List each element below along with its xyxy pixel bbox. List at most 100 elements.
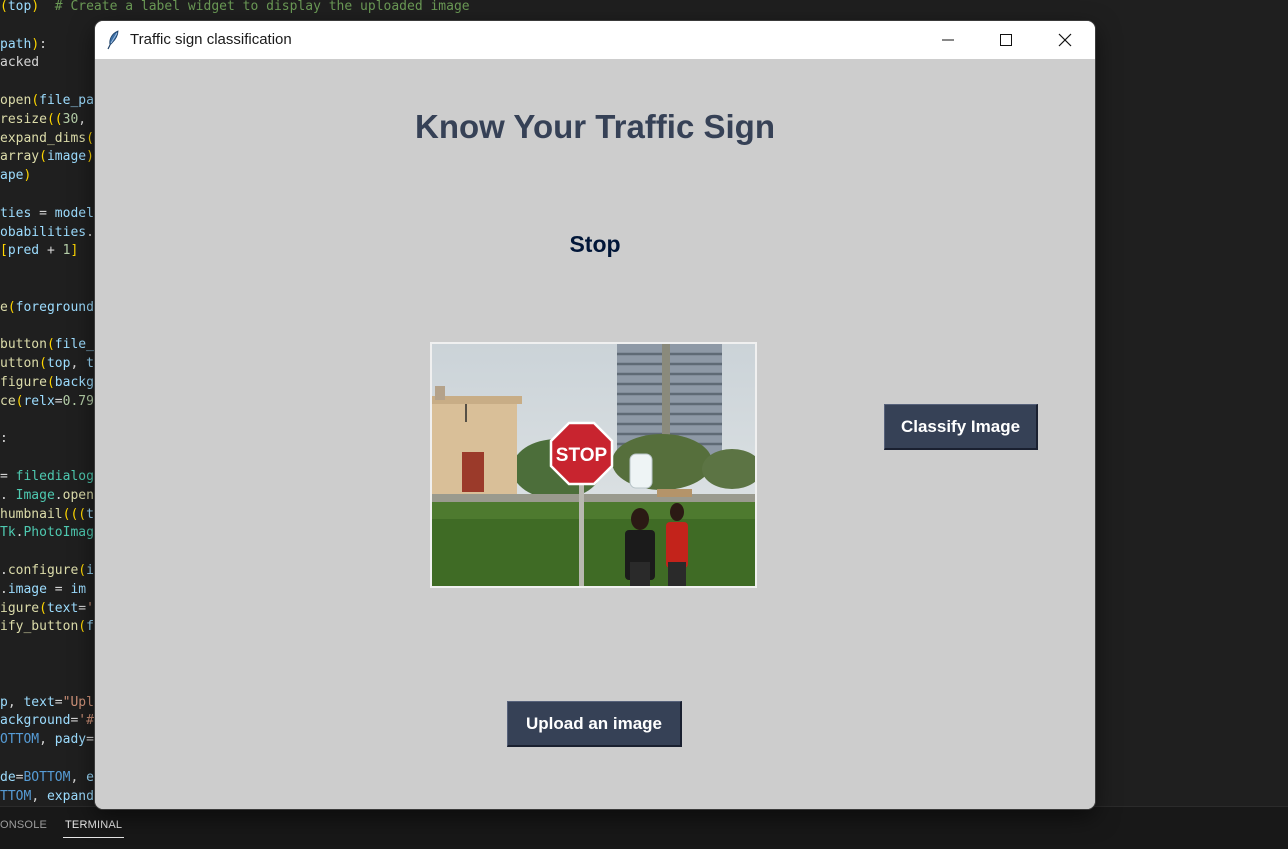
code-token: , (70, 356, 87, 372)
code-line: Tk.PhotoImage (0, 523, 102, 542)
maximize-icon (1000, 34, 1012, 46)
tab-terminal[interactable]: TERMINAL (63, 817, 125, 838)
code-line: open(file_pat (0, 91, 102, 110)
code-line: de=BOTTOM, ex (0, 768, 102, 787)
code-token: . (0, 487, 16, 503)
code-line: OTTOM, pady=5 (0, 730, 102, 749)
code-token: , (78, 111, 94, 127)
code-token: : (0, 431, 8, 447)
tk-feather-icon (107, 30, 121, 50)
code-token: ( (46, 337, 55, 353)
code-token: , (39, 732, 55, 748)
code-token: Image (15, 487, 55, 503)
code-token: , (70, 769, 87, 785)
code-token: ( (39, 600, 47, 616)
code-token: (( (46, 111, 63, 127)
code-token: 30 (62, 111, 79, 127)
code-token: = (86, 732, 94, 748)
code-line: TTOM, expand= (0, 787, 102, 806)
code-line: utton(top, te (0, 354, 102, 373)
code-token: text (46, 600, 79, 616)
code-token: = (54, 694, 63, 710)
code-token: button (0, 337, 47, 353)
code-token: ify_button (0, 619, 79, 635)
code-token: open (62, 487, 94, 503)
code-token: ce (0, 393, 16, 409)
code-line: = filedialog. (0, 467, 102, 486)
code-line: humbnail(((to (0, 505, 102, 524)
code-token: figure (0, 375, 47, 390)
code-line: resize((30, 3 (0, 110, 102, 129)
code-token: ) (31, 0, 40, 14)
maximize-button[interactable] (977, 21, 1035, 59)
code-token: BOTTOM (23, 769, 71, 785)
code-token: ( (39, 149, 47, 165)
code-line: igure(text=' (0, 599, 94, 618)
code-token: ( (39, 356, 47, 372)
close-icon (1058, 33, 1072, 47)
code-token: igure (0, 600, 40, 616)
title-bar[interactable]: Traffic sign classification (95, 21, 1095, 59)
code-line: obabilities.a (0, 223, 102, 242)
code-token: open (0, 93, 32, 108)
code-token: ) (23, 168, 32, 184)
code-token: humbnail (0, 506, 63, 522)
code-token: image (46, 149, 87, 165)
code-token: , (7, 694, 24, 710)
code-token: 0.79 (62, 393, 94, 409)
code-token: expand_dims (0, 130, 87, 146)
upload-image-button[interactable]: Upload an image (507, 701, 682, 747)
app-content: Know Your Traffic Sign Stop STOP Classif… (95, 59, 1095, 809)
code-token: relx (23, 393, 55, 409)
code-token: i (86, 563, 94, 578)
code-token: acked (0, 55, 40, 71)
code-token: ties (0, 205, 32, 221)
code-line: ify_button(fi (0, 617, 102, 636)
code-line: figure(backgr (0, 373, 102, 392)
code-token: ( (78, 563, 87, 578)
code-line: array(image) (0, 147, 94, 166)
code-line: acked (0, 53, 39, 72)
code-token: # Create a label widget to display the u… (54, 0, 470, 14)
code-token: OTTOM (0, 732, 40, 748)
code-token: ( (78, 619, 87, 635)
code-token: ( (7, 299, 16, 315)
code-line: ape) (0, 166, 31, 185)
code-line: path): (0, 35, 47, 54)
close-button[interactable] (1036, 21, 1094, 59)
code-line: [pred + 1] (0, 241, 78, 260)
code-line: .configure(i (0, 561, 94, 580)
code-token: configure (7, 563, 79, 578)
bottom-panel: ONSOLE TERMINAL (0, 806, 1288, 849)
code-token: file_pat (39, 93, 102, 108)
code-token: ( (86, 130, 94, 146)
code-token: top (7, 0, 32, 14)
code-token: pred (7, 243, 40, 259)
code-token: . (86, 224, 94, 240)
code-token: . (0, 563, 8, 578)
code-line: (top) # Create a label widget to display… (0, 0, 470, 16)
code-token: + (39, 243, 63, 259)
code-token: ape (0, 168, 24, 184)
code-line: ce(relx=0.79, (0, 392, 102, 411)
code-token: top (46, 356, 71, 372)
classification-result: Stop (569, 231, 621, 257)
code-token: de (0, 769, 16, 785)
code-line: : (0, 429, 8, 448)
classify-image-button[interactable]: Classify Image (884, 404, 1038, 450)
code-token: PhotoImage (23, 525, 102, 541)
app-window: Traffic sign classification Know Your Tr… (95, 21, 1095, 809)
code-token: path (0, 36, 32, 52)
minimize-button[interactable] (919, 21, 977, 59)
code-token: model (54, 205, 94, 221)
code-line: p, text="Uplo (0, 693, 102, 712)
code-token: TTOM (0, 788, 32, 804)
window-title: Traffic sign classification (130, 31, 292, 48)
code-line: button(file_p (0, 335, 102, 354)
code-token: : (39, 36, 47, 52)
code-token: = (78, 600, 87, 616)
code-line: ties = model (0, 204, 94, 223)
code-token: ((( (62, 506, 87, 522)
tab-debug-console[interactable]: ONSOLE (0, 817, 47, 837)
code-token: ( (0, 0, 8, 14)
